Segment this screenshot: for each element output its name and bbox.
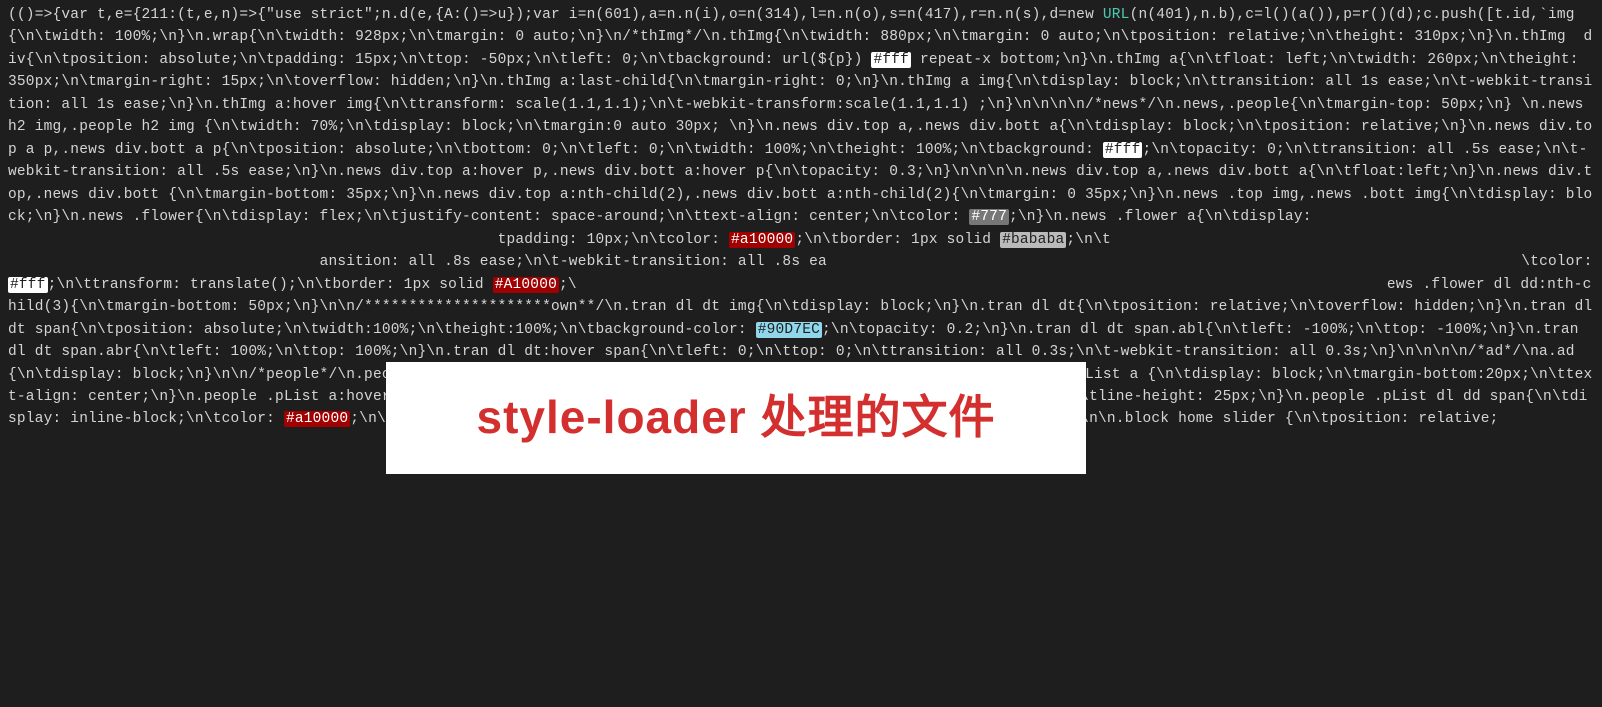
hex-color-bababa: #bababa — [1000, 232, 1066, 248]
code-text: \tcolor: — [1521, 254, 1601, 270]
code-text: ;\n\tborder: 1px solid — [795, 232, 1000, 248]
code-text: ;\n\t — [1066, 232, 1111, 248]
code-text: ansition: all .8s ease;\n\t-webkit-trans… — [320, 254, 827, 270]
annotation-overlay: style-loader 处理的文件 — [386, 362, 1086, 474]
code-text: ;\n\ttransform: translate();\n\tborder: … — [48, 277, 493, 293]
hex-color-fff: #fff — [871, 52, 911, 68]
hex-color-a10000: #a10000 — [284, 411, 350, 427]
code-text: tpadding: 10px;\n\tcolor: — [498, 232, 729, 248]
code-text: (()=>{var t,e={211:(t,e,n)=>{"use strict… — [8, 7, 1103, 23]
hex-color-90D7EC: #90D7EC — [756, 322, 822, 338]
url-token: URL — [1103, 7, 1130, 23]
hex-color-fff: #fff — [8, 277, 48, 293]
hex-color-777: #777 — [969, 209, 1009, 225]
hex-color-a10000: #a10000 — [729, 232, 795, 248]
hex-color-fff: #fff — [1103, 142, 1143, 158]
code-text: ;\ — [559, 277, 577, 293]
code-text: ;\n}\n.news .flower a{\n\tdisplay: — [1009, 209, 1321, 225]
annotation-text: style-loader 处理的文件 — [477, 382, 996, 453]
hex-color-A10000: #A10000 — [493, 277, 559, 293]
